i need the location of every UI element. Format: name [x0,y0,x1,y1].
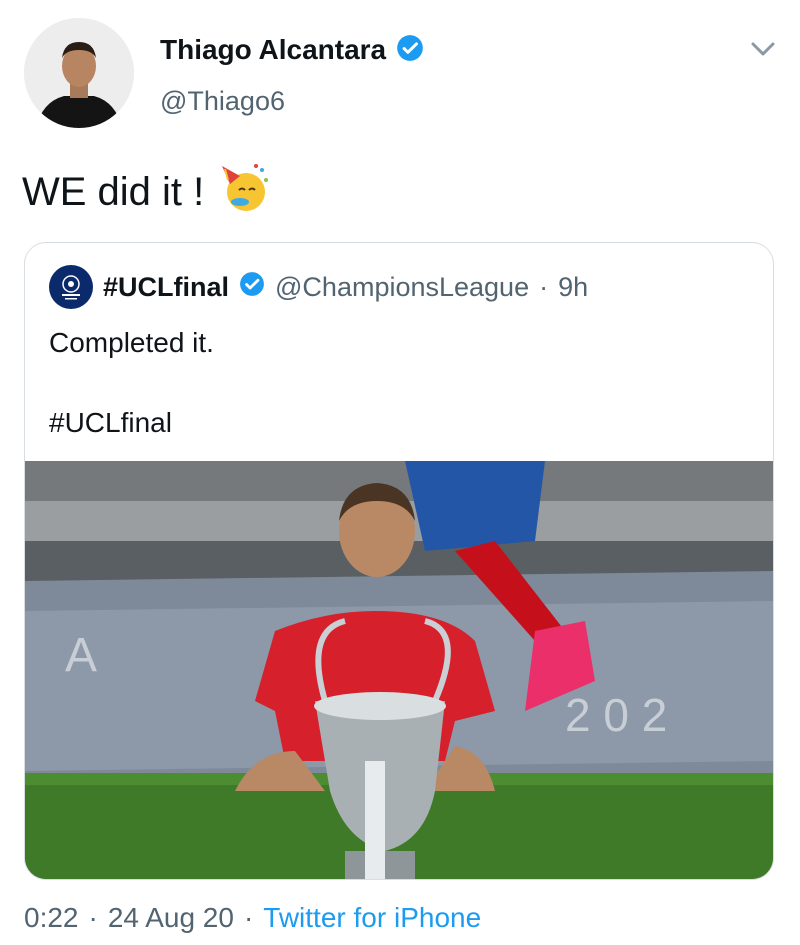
tweet-footer: 0:22 · 24 Aug 20 · Twitter for iPhone [24,902,481,934]
quoted-tweet-text: Completed it. [49,327,214,358]
partying-face-emoji-icon [216,160,270,224]
champions-league-logo-icon[interactable] [49,265,93,309]
tweet-text-row: WE did it ! [22,160,270,224]
quoted-timestamp[interactable]: 9h [558,272,588,303]
quoted-tweet-header: #UCLfinal @ChampionsLeague · 9h [49,265,588,309]
author-name[interactable]: Thiago Alcantara [160,34,386,66]
tweet-time[interactable]: 0:22 [24,902,79,934]
author-name-row: Thiago Alcantara [160,32,424,68]
tweet-source-link[interactable]: Twitter for iPhone [263,902,481,934]
separator-dot: · [243,902,254,933]
quoted-tweet-card[interactable]: #UCLfinal @ChampionsLeague · 9h Complete… [24,242,774,880]
verified-badge-icon [396,34,424,67]
svg-text:2 0 2: 2 0 2 [565,689,667,741]
separator-dot: · [539,271,549,302]
quoted-tweet-hashtag[interactable]: #UCLfinal [49,407,172,439]
more-options-chevron-down-icon[interactable] [748,34,778,64]
tweet-text: WE did it ! [22,169,205,214]
author-handle[interactable]: @Thiago6 [160,86,285,117]
avatar[interactable] [24,18,134,128]
separator-dot: · [88,902,98,933]
player-with-trophy-photo[interactable]: A 2 0 2 [25,461,773,879]
verified-badge-icon [239,271,265,304]
quoted-author-name[interactable]: #UCLfinal [103,272,229,303]
quoted-author-handle[interactable]: @ChampionsLeague [275,272,529,303]
tweet-date[interactable]: 24 Aug 20 [108,902,234,934]
svg-text:A: A [65,629,97,682]
